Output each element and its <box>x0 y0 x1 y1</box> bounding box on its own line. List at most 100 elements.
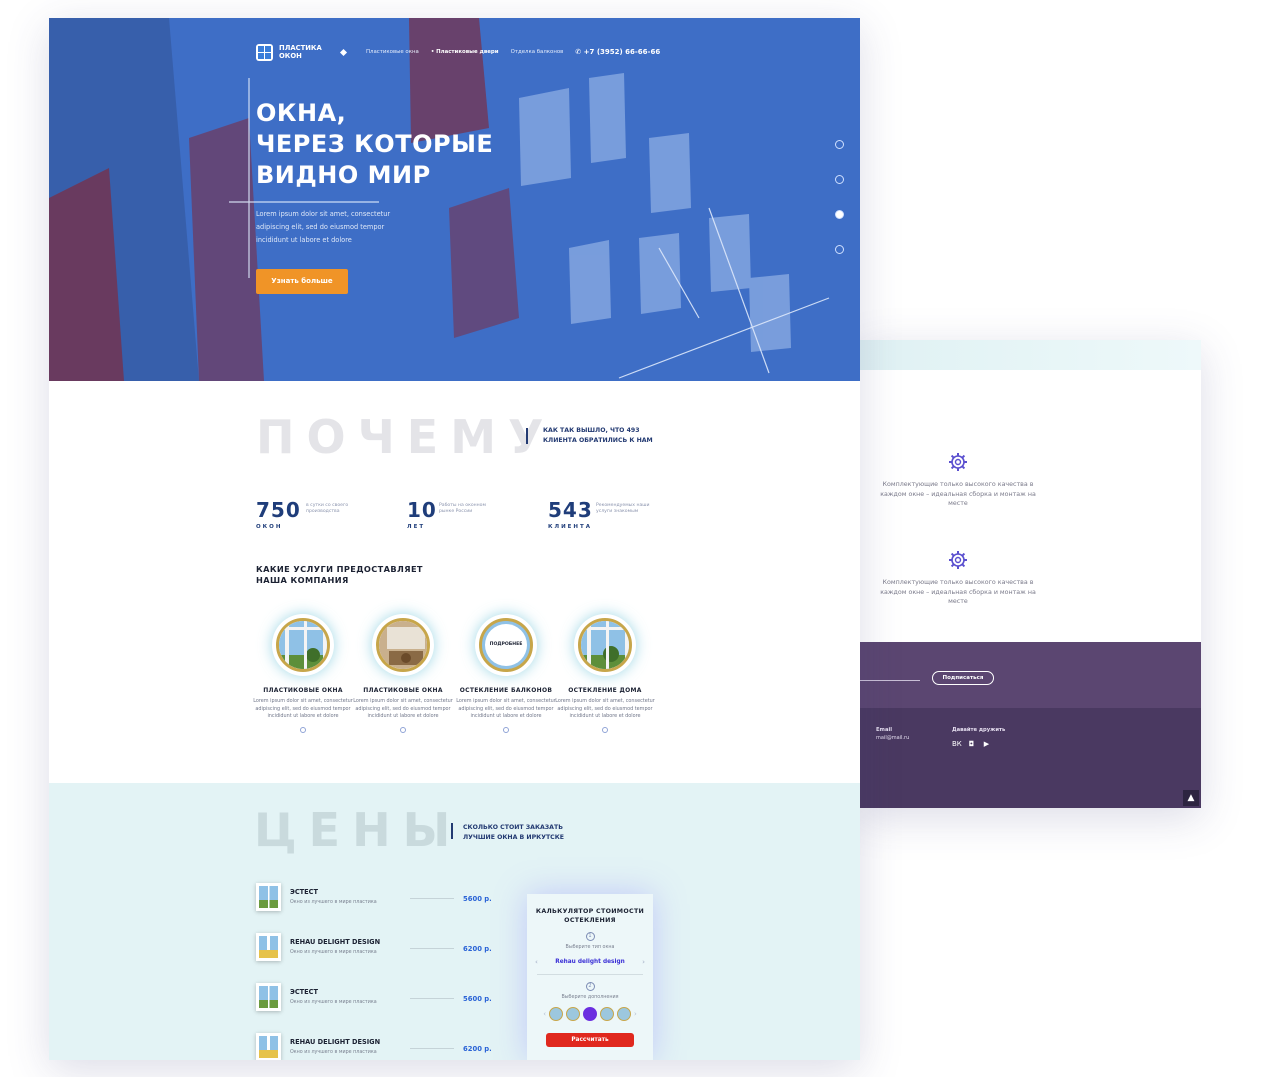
calculator-divider <box>537 974 643 975</box>
nav-link-balcony-finishing[interactable]: Отделка балконов <box>511 49 564 55</box>
stat-item: 10 ЛЕТ Работы на оконном рынке России <box>407 498 486 530</box>
price-value: 5600 р. <box>463 995 492 1003</box>
nav-link-plastic-windows[interactable]: Пластиковые окна <box>366 49 419 55</box>
service-dot-icon <box>300 726 306 733</box>
price-name: REHAU DELIGHT DESIGN <box>290 1038 381 1046</box>
service-text: Lorem ipsum dolor sit amet, consectetur … <box>253 698 353 719</box>
service-card[interactable]: ПЛАСТИКОВЫЕ ОКНА Lorem ipsum dolor sit a… <box>353 614 453 733</box>
why-heading: ПОЧЕМУ <box>256 410 556 464</box>
chevron-right-icon[interactable]: › <box>642 958 645 966</box>
step2-label: Выберите дополнения <box>561 995 619 1000</box>
building-background-image <box>49 18 860 381</box>
nav-link-plastic-doors[interactable]: • Пластиковые двери <box>431 49 499 55</box>
calculate-button[interactable]: Рассчитать <box>546 1033 634 1047</box>
nav-links: Пластиковые окна • Пластиковые двери Отд… <box>366 49 563 55</box>
prices-section: ЦЕНЫ СКОЛЬКО СТОИТ ЗАКАЗАТЬ ЛУЧШИЕ ОКНА … <box>49 783 860 1060</box>
prices-subtitle: СКОЛЬКО СТОИТ ЗАКАЗАТЬ ЛУЧШИЕ ОКНА В ИРК… <box>463 824 565 841</box>
stat-label: ОКОН <box>256 524 283 530</box>
addon-option-selected[interactable] <box>583 1007 597 1021</box>
hero-section: ПЛАСТИКА ОКОН Пластиковые окна • Пластик… <box>49 18 860 381</box>
hero-text: Lorem ipsum dolor sit amet, consectetur … <box>256 210 391 244</box>
service-card[interactable]: ПЛАСТИКОВЫЕ ОКНА Lorem ipsum dolor sit a… <box>253 614 353 733</box>
stat-item: 750 ОКОН в сутки со своего производства <box>256 498 348 530</box>
slider-dot-active[interactable] <box>835 210 844 219</box>
price-row[interactable]: ЭСТЕСТ Окно из лучшего в мире пластика 5… <box>256 983 496 1013</box>
scroll-top-button[interactable]: ▲ <box>1183 790 1199 806</box>
addon-option[interactable] <box>600 1007 614 1021</box>
price-description: Окно из лучшего в мире пластика <box>290 950 377 955</box>
stat-label: КЛИЕНТА <box>548 524 593 530</box>
window-thumbnail <box>256 1033 281 1060</box>
instagram-icon[interactable]: ◘ <box>967 740 976 748</box>
interior-image <box>376 618 430 672</box>
price-row[interactable]: REHAU DELIGHT DESIGN Окно из лучшего в м… <box>256 933 496 963</box>
subscribe-button[interactable]: Подписаться <box>932 671 994 685</box>
step-number-icon: 1 <box>585 932 595 941</box>
service-text: Lorem ipsum dolor sit amet, consectetur … <box>353 698 453 719</box>
feature-text: Комплектующие только высокого качества в… <box>880 579 1036 605</box>
slider-dot[interactable] <box>835 140 844 149</box>
back-page-preview: Комплектующие только высокого качества в… <box>858 340 1201 808</box>
footer-social-title: Давайте дружить <box>952 727 1006 733</box>
price-name: REHAU DELIGHT DESIGN <box>290 938 381 946</box>
footer-email: Email mail@mail.ru <box>876 726 909 742</box>
price-leader-line <box>410 998 454 999</box>
details-badge[interactable]: ПОДРОБНЕЕ <box>485 624 527 666</box>
window-type-selector[interactable]: ‹ Rehau delight design › <box>527 958 653 966</box>
stat-description: в сутки со своего производства <box>306 503 349 514</box>
footer-email-link[interactable]: mail@mail.ru <box>876 735 909 741</box>
service-text: Lorem ipsum dolor sit amet, consectetur … <box>555 698 655 719</box>
chevron-right-icon[interactable]: › <box>634 1010 637 1018</box>
footer: Email mail@mail.ru Давайте дружить ВК ◘ … <box>858 708 1201 808</box>
learn-more-button[interactable]: Узнать больше <box>256 269 348 294</box>
window-image <box>578 618 632 672</box>
gear-icon <box>949 551 967 569</box>
chevron-left-icon[interactable]: ‹ <box>543 1010 546 1018</box>
phone-link[interactable]: ✆ +7 (3952) 66-66-66 <box>575 48 660 56</box>
service-dot-icon <box>503 726 509 733</box>
step-number-icon: 2 <box>585 982 595 991</box>
service-title: ПЛАСТИКОВЫЕ ОКНА <box>263 687 343 694</box>
window-image <box>276 618 330 672</box>
price-leader-line <box>410 1048 454 1049</box>
price-leader-line <box>410 898 454 899</box>
price-value: 6200 р. <box>463 1045 492 1053</box>
why-subtitle: КАК ТАК ВЫШЛО, ЧТО 493 КЛИЕНТА ОБРАТИЛИС… <box>543 427 653 444</box>
price-name: ЭСТЕСТ <box>290 988 319 996</box>
back-page-top-band <box>858 340 1201 370</box>
addon-options: ‹ › <box>527 1007 653 1021</box>
logo-text[interactable]: ПЛАСТИКА ОКОН <box>279 44 329 60</box>
subscribe-email-input[interactable] <box>858 680 920 681</box>
gear-icon <box>949 453 967 471</box>
services-title: КАКИЕ УСЛУГИ ПРЕДОСТАВЛЯЕТ НАША КОМПАНИЯ <box>256 564 423 585</box>
price-leader-line <box>410 948 454 949</box>
footer-social: Давайте дружить ВК ◘ ▶ <box>952 726 1005 748</box>
stat-description: Работы на оконном рынке России <box>439 503 486 514</box>
youtube-icon[interactable]: ▶ <box>982 740 991 748</box>
service-card[interactable]: ОСТЕКЛЕНИЕ ДОМА Lorem ipsum dolor sit am… <box>555 614 655 733</box>
footer-email-title: Email <box>876 727 893 733</box>
window-thumbnail <box>256 883 281 911</box>
addon-option[interactable] <box>549 1007 563 1021</box>
service-card[interactable]: ПОДРОБНЕЕ ОСТЕКЛЕНИЕ БАЛКОНОВ Lorem ipsu… <box>456 614 556 733</box>
cost-calculator: КАЛЬКУЛЯТОР СТОИМОСТИ ОСТЕКЛЕНИЯ 1 Выбер… <box>527 894 653 1060</box>
slider-dot[interactable] <box>835 245 844 254</box>
addon-option[interactable] <box>617 1007 631 1021</box>
price-value: 6200 р. <box>463 945 492 953</box>
service-title: ОСТЕКЛЕНИЕ БАЛКОНОВ <box>459 687 553 694</box>
addon-option[interactable] <box>566 1007 580 1021</box>
price-row[interactable]: ЭСТЕСТ Окно из лучшего в мире пластика 5… <box>256 883 496 913</box>
feature-item: Комплектующие только высокого качества в… <box>878 452 1038 509</box>
vk-icon[interactable]: ВК <box>952 740 962 748</box>
window-thumbnail <box>256 933 281 961</box>
balcony-image: ПОДРОБНЕЕ <box>479 618 533 672</box>
price-row[interactable]: REHAU DELIGHT DESIGN Окно из лучшего в м… <box>256 1033 496 1060</box>
service-title: ПЛАСТИКОВЫЕ ОКНА <box>363 687 443 694</box>
chevron-left-icon[interactable]: ‹ <box>535 958 538 966</box>
window-thumbnail <box>256 983 281 1011</box>
main-page-preview: ПЛАСТИКА ОКОН Пластиковые окна • Пластик… <box>49 18 860 1060</box>
logo-icon[interactable] <box>256 43 273 61</box>
subscribe-band: Подписаться <box>858 642 1201 708</box>
service-dot-icon <box>602 726 608 733</box>
slider-dot[interactable] <box>835 175 844 184</box>
